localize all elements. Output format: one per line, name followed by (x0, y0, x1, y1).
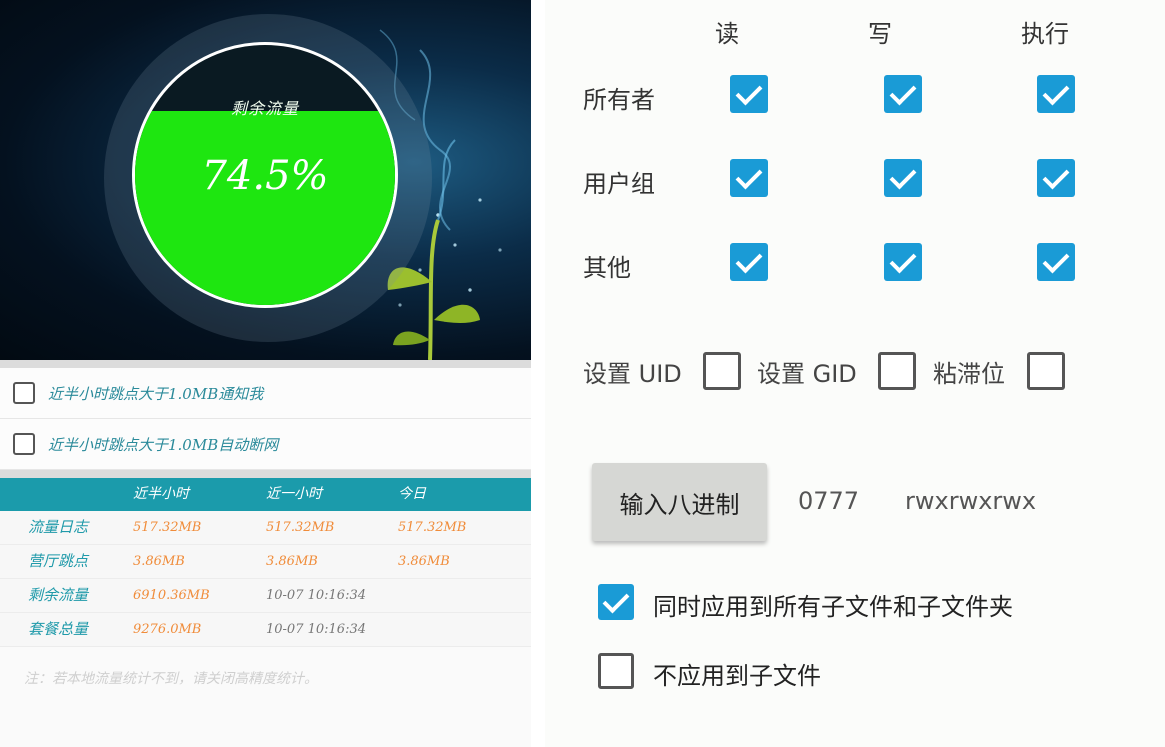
table-cell: 3.86MB (398, 554, 450, 569)
enter-octal-button[interactable]: 输入八进制 (592, 463, 767, 541)
table-row: 营厅跳点 3.86MB 3.86MB 3.86MB (0, 545, 531, 579)
owner-execute-checkbox[interactable] (1037, 75, 1075, 113)
row-label: 套餐总量 (28, 620, 89, 638)
table-cell-timestamp: 10-07 10:16:34 (266, 622, 366, 637)
row-label-owner: 所有者 (583, 86, 655, 114)
notify-checkbox[interactable] (13, 382, 35, 404)
row-label-group: 用户组 (583, 170, 655, 198)
header-half-hour: 近半小时 (133, 486, 189, 502)
table-row: 剩余流量 6910.36MB 10-07 10:16:34 (0, 579, 531, 613)
gauge-percentage: 74.5% (201, 153, 329, 199)
group-read-checkbox[interactable] (730, 159, 768, 197)
traffic-monitor-panel: 剩余流量 74.5% 近半小时跳点大于1.0MB通知我 近半小时跳点大于1.0M… (0, 0, 531, 747)
group-write-checkbox[interactable] (884, 159, 922, 197)
group-execute-checkbox[interactable] (1037, 159, 1075, 197)
row-label: 流量日志 (28, 518, 89, 536)
owner-write-checkbox[interactable] (884, 75, 922, 113)
footnote: 注：若本地流量统计不到，请关闭高精度统计。 (24, 671, 318, 687)
table-cell-timestamp: 10-07 10:16:34 (266, 588, 366, 603)
others-read-checkbox[interactable] (730, 243, 768, 281)
auto-disconnect-checkbox[interactable] (13, 433, 35, 455)
setgid-label: 设置 GID (757, 360, 857, 388)
others-write-checkbox[interactable] (884, 243, 922, 281)
row-label-others: 其他 (583, 254, 631, 282)
gauge-fill (135, 111, 395, 305)
gauge-background: 剩余流量 74.5% (0, 0, 531, 360)
header-one-hour: 近一小时 (266, 486, 322, 502)
apply-recursive-label: 同时应用到所有子文件和子文件夹 (653, 593, 1013, 621)
column-header-write: 写 (868, 20, 892, 48)
permissions-panel: 读 写 执行 所有者 用户组 其他 设置 UID 设置 GID 粘滞位 输入八进… (545, 0, 1165, 747)
setgid-checkbox[interactable] (878, 352, 916, 390)
setuid-checkbox[interactable] (703, 352, 741, 390)
row-label: 营厅跳点 (28, 552, 89, 570)
others-execute-checkbox[interactable] (1037, 243, 1075, 281)
column-header-read: 读 (715, 20, 739, 48)
octal-value: 0777 (798, 487, 860, 515)
table-row: 套餐总量 9276.0MB 10-07 10:16:34 (0, 613, 531, 647)
table-header: 近半小时 近一小时 今日 (0, 478, 531, 511)
permission-string: rwxrwxrwx (905, 487, 1037, 515)
remaining-traffic-gauge: 剩余流量 74.5% (132, 42, 398, 308)
row-label: 剩余流量 (28, 586, 89, 604)
column-header-execute: 执行 (1021, 20, 1069, 48)
table-cell: 517.32MB (398, 520, 467, 535)
setuid-label: 设置 UID (583, 360, 682, 388)
sticky-bit-checkbox[interactable] (1027, 352, 1065, 390)
divider (0, 470, 531, 478)
notify-option-label: 近半小时跳点大于1.0MB通知我 (48, 384, 264, 403)
table-cell: 6910.36MB (133, 588, 210, 603)
owner-read-checkbox[interactable] (730, 75, 768, 113)
gauge-title: 剩余流量 (230, 99, 299, 118)
auto-disconnect-option[interactable]: 近半小时跳点大于1.0MB自动断网 (0, 419, 531, 470)
table-cell: 517.32MB (266, 520, 335, 535)
table-cell: 3.86MB (266, 554, 318, 569)
apply-recursive-checkbox[interactable] (598, 584, 634, 620)
header-today: 今日 (398, 486, 426, 502)
notify-option[interactable]: 近半小时跳点大于1.0MB通知我 (0, 368, 531, 419)
divider (0, 360, 531, 368)
sticky-bit-label: 粘滞位 (933, 360, 1005, 388)
no-apply-subfiles-label: 不应用到子文件 (653, 662, 821, 690)
no-apply-subfiles-checkbox[interactable] (598, 653, 634, 689)
table-cell: 3.86MB (133, 554, 185, 569)
table-cell: 517.32MB (133, 520, 202, 535)
table-cell: 9276.0MB (133, 622, 202, 637)
table-row: 流量日志 517.32MB 517.32MB 517.32MB (0, 511, 531, 545)
auto-disconnect-option-label: 近半小时跳点大于1.0MB自动断网 (48, 435, 279, 454)
